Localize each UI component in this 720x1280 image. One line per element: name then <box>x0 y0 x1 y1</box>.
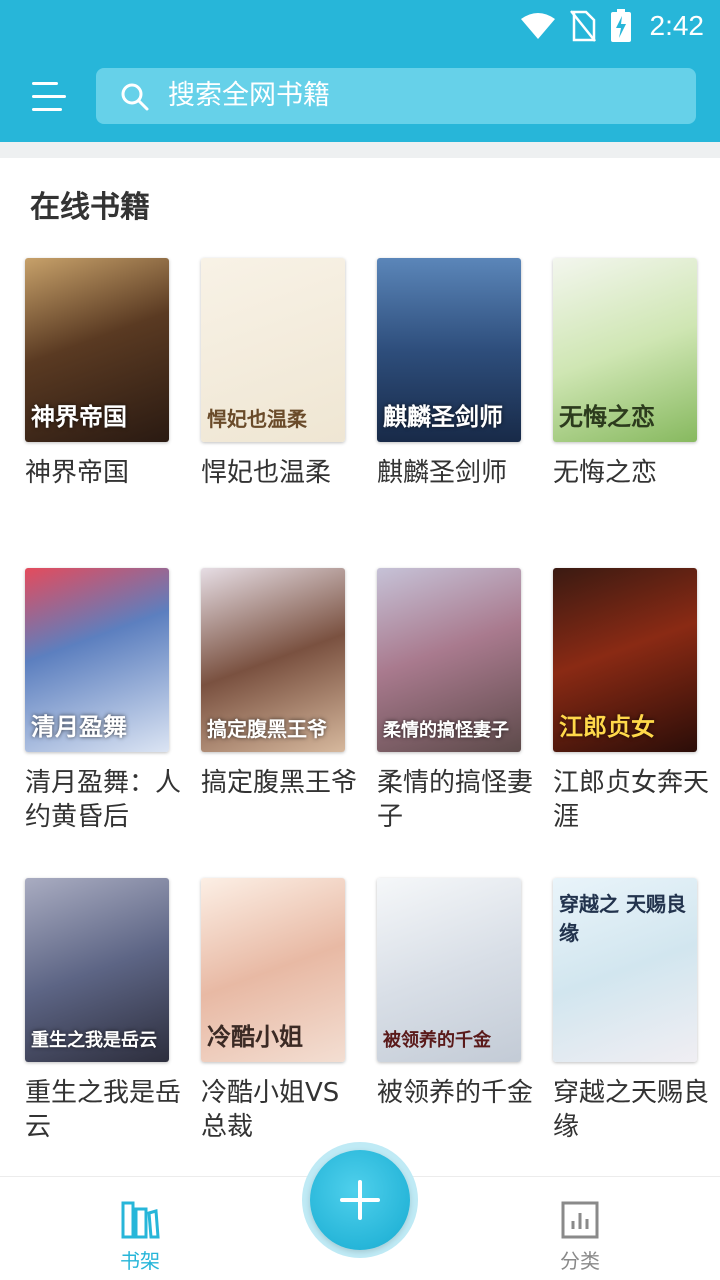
battery-charging-icon <box>610 9 631 42</box>
menu-button[interactable] <box>28 78 68 118</box>
book-cover[interactable]: 冷酷小姐 <box>201 878 345 1062</box>
search-icon <box>121 83 149 111</box>
chart-icon <box>561 1201 599 1239</box>
book-title[interactable]: 麒麟圣剑师 <box>377 456 537 490</box>
add-button[interactable] <box>310 1150 410 1250</box>
book-title[interactable]: 悍妃也温柔 <box>201 456 361 490</box>
book-cover[interactable]: 被领养的千金 <box>377 878 521 1062</box>
search-bar[interactable]: 搜索全网书籍 <box>96 68 696 124</box>
nav-bookshelf-label: 书架 <box>120 1249 160 1273</box>
cover-title: 神界帝国 <box>31 402 127 431</box>
book-title[interactable]: 冷酷小姐VS总裁 <box>201 1076 361 1144</box>
no-sim-icon <box>569 10 596 42</box>
nav-bookshelf[interactable]: 书架 <box>80 1197 200 1274</box>
book-title[interactable]: 搞定腹黑王爷 <box>201 766 361 800</box>
wifi-icon <box>520 13 555 39</box>
cover-title: 悍妃也温柔 <box>207 407 307 431</box>
book-cover[interactable]: 麒麟圣剑师 <box>377 258 521 442</box>
book-cover[interactable]: 穿越之 天赐良缘 <box>553 878 697 1062</box>
book-cover[interactable]: 无悔之恋 <box>553 258 697 442</box>
book-cover[interactable]: 悍妃也温柔 <box>201 258 345 442</box>
book-cover[interactable]: 柔情的搞怪妻子 <box>377 568 521 752</box>
cover-title: 搞定腹黑王爷 <box>207 717 327 741</box>
book-title[interactable]: 无悔之恋 <box>553 456 713 490</box>
book-title[interactable]: 神界帝国 <box>25 456 185 490</box>
section-title: 在线书籍 <box>30 190 150 225</box>
search-placeholder: 搜索全网书籍 <box>168 80 330 111</box>
bookshelf-icon <box>121 1201 160 1239</box>
book-title[interactable]: 被领养的千金 <box>377 1076 537 1124</box>
status-icons: 2:42 <box>520 8 705 44</box>
cover-title: 江郎贞女 <box>559 712 655 741</box>
app-bar: 搜索全网书籍 <box>0 52 720 142</box>
book-cover[interactable]: 清月盈舞 <box>25 568 169 752</box>
book-title[interactable]: 柔情的搞怪妻子 <box>377 766 537 834</box>
book-title[interactable]: 清月盈舞：人约黄昏后 <box>25 766 185 834</box>
book-title[interactable]: 穿越之天赐良缘 <box>553 1076 713 1144</box>
book-cover[interactable]: 搞定腹黑王爷 <box>201 568 345 752</box>
cover-title: 麒麟圣剑师 <box>383 402 503 431</box>
book-cover[interactable]: 神界帝国 <box>25 258 169 442</box>
status-bar: 2:42 <box>0 0 720 52</box>
book-title[interactable]: 重生之我是岳云 <box>25 1076 185 1144</box>
cover-title: 重生之我是岳云 <box>31 1030 157 1051</box>
cover-title: 穿越之 天赐良缘 <box>559 892 686 945</box>
section-divider <box>0 142 720 158</box>
book-cover[interactable]: 江郎贞女 <box>553 568 697 752</box>
status-time: 2:42 <box>649 10 705 41</box>
cover-title: 柔情的搞怪妻子 <box>383 720 509 741</box>
nav-category-label: 分类 <box>560 1249 600 1273</box>
book-title[interactable]: 江郎贞女奔天涯 <box>553 766 713 834</box>
menu-icon <box>32 82 66 111</box>
cover-title: 被领养的千金 <box>383 1030 491 1051</box>
nav-category[interactable]: 分类 <box>520 1197 640 1274</box>
cover-title: 无悔之恋 <box>559 402 655 431</box>
cover-title: 冷酷小姐 <box>207 1022 303 1051</box>
book-cover[interactable]: 重生之我是岳云 <box>25 878 169 1062</box>
cover-title: 清月盈舞 <box>31 712 127 741</box>
